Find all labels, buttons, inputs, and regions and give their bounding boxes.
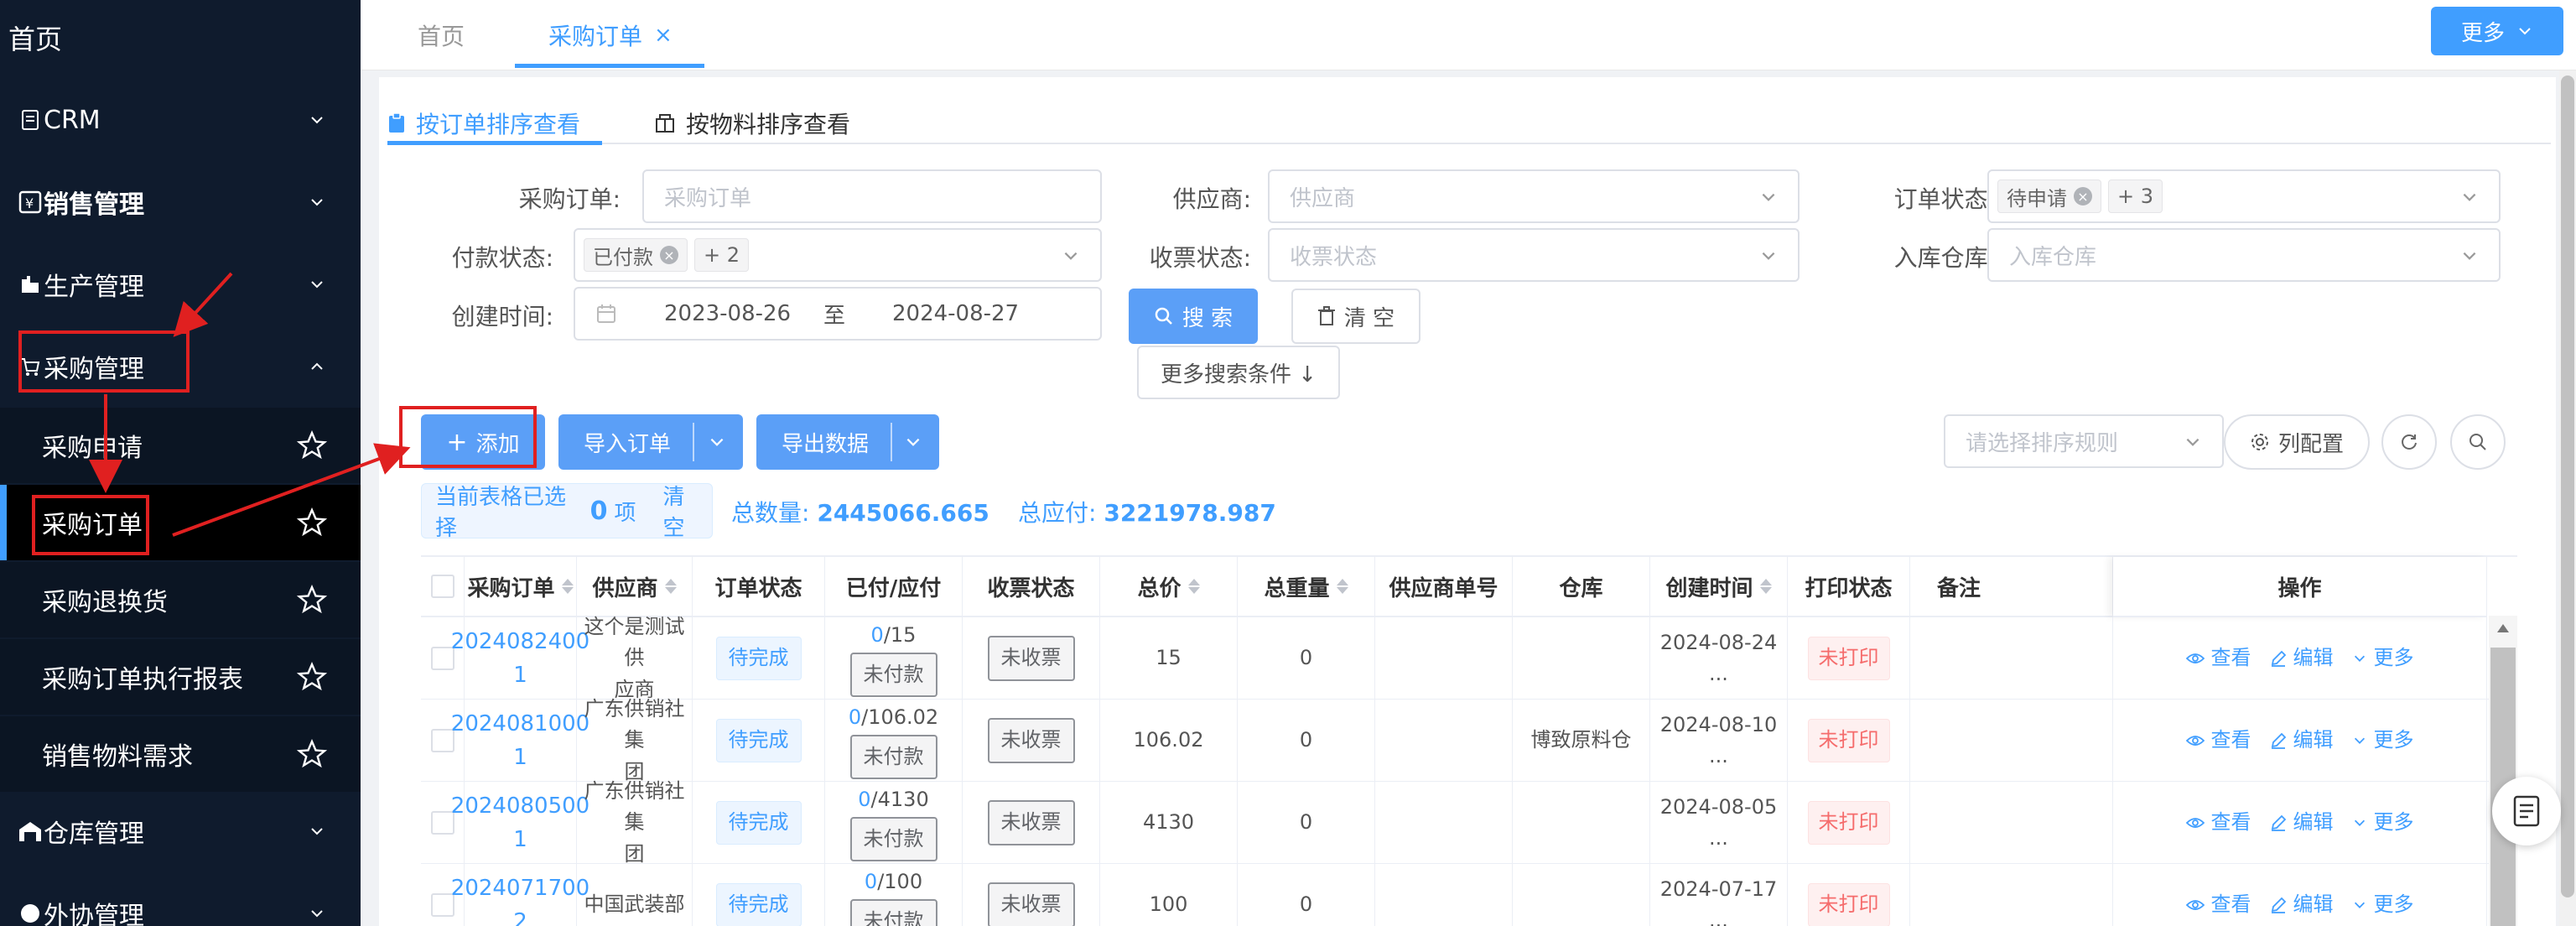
annotation-arrow-1 [173, 272, 233, 337]
annotation-arrow-3 [172, 443, 411, 537]
app-root: 首页 CRM ¥ 销售管理 生产管理 采购管理 采购申请 采购订单 采购退换货 … [0, 0, 2576, 926]
annotation-arrows [89, 272, 411, 537]
